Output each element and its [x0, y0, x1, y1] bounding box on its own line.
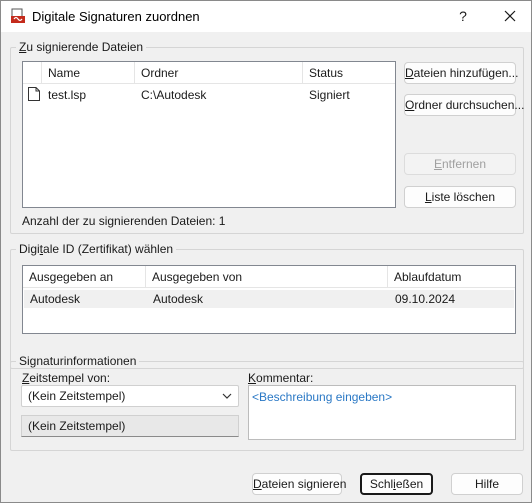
browse-folder-accel: O	[405, 98, 415, 112]
files-list-header: Name Ordner Status	[23, 62, 395, 84]
timestamp-select[interactable]: (Kein Zeitstempel)	[21, 385, 239, 407]
remove-button[interactable]: Entfernen	[404, 153, 516, 175]
certificate-list-header: Ausgegeben an Ausgegeben von Ablaufdatum	[23, 266, 515, 288]
files-col-folder[interactable]: Ordner	[135, 62, 303, 84]
digital-id-label-text: ale ID (Zertifikat) wählen	[43, 242, 174, 256]
files-group-label-text: u signierende Dateien	[26, 40, 144, 54]
files-group-label: Zu signierende Dateien	[16, 40, 147, 54]
timestamp-select-value: (Kein Zeitstempel)	[28, 389, 126, 403]
files-col-icon[interactable]	[23, 62, 42, 84]
file-icon	[28, 87, 40, 105]
sign-files-accel: D	[253, 477, 262, 491]
chevron-down-icon	[222, 386, 232, 412]
add-files-accel: D	[405, 66, 414, 80]
table-row[interactable]: test.lsp C:\Autodesk Signiert	[23, 86, 395, 104]
cert-col-issued-to[interactable]: Ausgegeben an	[23, 266, 146, 288]
browse-folder-label: rdner durchsuchen...	[414, 98, 525, 112]
comment-field[interactable]: <Beschreibung eingeben>	[248, 385, 516, 440]
window-title: Digitale Signaturen zuordnen	[32, 9, 200, 24]
files-list[interactable]: Name Ordner Status test.lsp C:\Autodesk …	[22, 61, 396, 208]
signature-info-group-label: Signaturinformationen	[16, 354, 140, 368]
sign-files-button[interactable]: Dateien signieren	[252, 473, 346, 495]
cert-col-issued-by[interactable]: Ausgegeben von	[146, 266, 388, 288]
close-icon[interactable]	[498, 6, 522, 26]
file-folder: C:\Autodesk	[141, 88, 207, 102]
help-icon[interactable]: ?	[453, 6, 473, 26]
browse-folder-button[interactable]: Ordner durchsuchen...	[404, 94, 524, 116]
file-name: test.lsp	[48, 88, 87, 102]
close-label-rest: eßen	[395, 477, 424, 491]
timestamp-label: Zeitstempel von:	[22, 371, 110, 385]
remove-label: ntfernen	[441, 157, 487, 171]
comment-label-text: ommentar:	[256, 371, 314, 385]
table-row[interactable]: Autodesk Autodesk 09.10.2024	[24, 290, 514, 308]
sign-files-label: ateien signieren	[261, 477, 347, 491]
add-files-button[interactable]: Dateien hinzufügen...	[404, 62, 519, 84]
digital-id-label-pre: Digi	[19, 242, 40, 256]
dialog-client: Zu signierende Dateien Name Ordner Statu…	[1, 32, 531, 502]
files-col-name[interactable]: Name	[42, 62, 135, 84]
close-button[interactable]: Schließen	[360, 473, 433, 495]
digital-id-group-label: Digitale ID (Zertifikat) wählen	[16, 242, 177, 256]
clear-list-accel: L	[424, 190, 432, 204]
cert-issued-by: Autodesk	[153, 292, 204, 306]
comment-label: Kommentar:	[248, 371, 313, 385]
close-label-pre: Schl	[369, 477, 394, 491]
title-bar: Digitale Signaturen zuordnen ?	[1, 1, 531, 32]
certificate-list[interactable]: Ausgegeben an Ausgegeben von Ablaufdatum…	[22, 265, 516, 334]
clear-list-label: iste löschen	[431, 190, 496, 204]
timestamp-readonly-field: (Kein Zeitstempel)	[21, 415, 239, 437]
cert-expires: 09.10.2024	[395, 292, 456, 306]
file-status: Signiert	[309, 88, 350, 102]
files-col-status[interactable]: Status	[303, 62, 395, 84]
file-count-text: Anzahl der zu signierenden Dateien: 1	[22, 214, 226, 228]
timestamp-label-text: eitstempel von:	[29, 371, 111, 385]
add-files-label: ateien hinzufügen...	[413, 66, 519, 80]
app-signature-icon	[10, 8, 26, 24]
dialog-window: Digitale Signaturen zuordnen ? Zu signie…	[0, 0, 532, 503]
cert-issued-to: Autodesk	[30, 292, 81, 306]
comment-label-accel: K	[248, 371, 257, 385]
clear-list-button[interactable]: Liste löschen	[404, 186, 516, 208]
help-button[interactable]: Hilfe	[451, 473, 523, 495]
cert-col-expires[interactable]: Ablaufdatum	[388, 266, 513, 288]
remove-accel: E	[433, 157, 442, 171]
